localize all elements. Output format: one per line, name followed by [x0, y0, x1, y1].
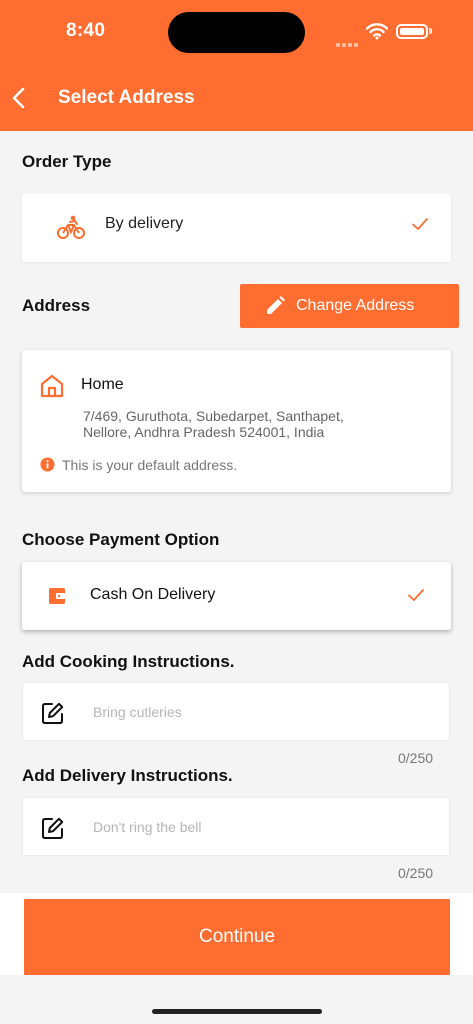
- status-time: 8:40: [66, 20, 106, 41]
- back-arrow-icon[interactable]: [8, 86, 30, 110]
- signal-icon: [336, 34, 360, 47]
- check-icon: [412, 218, 428, 230]
- cooking-instructions-input[interactable]: Bring cutleries: [22, 682, 450, 741]
- delivery-char-counter: 0/250: [398, 865, 434, 881]
- edit-icon: [42, 702, 64, 724]
- address-line-1: 7/469, Guruthota, Subedarpet, Santhapet,: [83, 408, 344, 424]
- address-line-2: Nellore, Andhra Pradesh 524001, India: [83, 424, 325, 440]
- order-type-label: Order Type: [22, 152, 112, 171]
- wallet-icon: [49, 588, 65, 604]
- payment-label: Choose Payment Option: [22, 530, 220, 549]
- cooking-char-counter: 0/250: [398, 750, 434, 766]
- bike-icon: [57, 215, 85, 239]
- delivery-instructions-label: Add Delivery Instructions.: [22, 766, 233, 785]
- check-icon: [408, 589, 424, 601]
- payment-option[interactable]: Cash On Delivery: [22, 562, 451, 630]
- wifi-icon: [366, 23, 388, 40]
- battery-tip: [429, 28, 432, 34]
- order-type-value: By delivery: [105, 215, 184, 232]
- payment-value: Cash On Delivery: [90, 586, 216, 603]
- home-indicator-area: [0, 975, 473, 1024]
- battery-icon: [396, 24, 428, 39]
- continue-label: Continue: [198, 926, 276, 947]
- continue-button[interactable]: Continue: [24, 899, 450, 975]
- change-address-button[interactable]: Change Address: [240, 284, 459, 328]
- order-type-option[interactable]: By delivery: [22, 194, 451, 262]
- delivery-instructions-input[interactable]: Don't ring the bell: [22, 797, 450, 856]
- pencil-icon: [267, 296, 285, 314]
- address-label: Address: [22, 296, 91, 315]
- edit-icon: [42, 817, 64, 839]
- default-address-note: This is your default address.: [62, 457, 238, 473]
- cooking-instructions-placeholder: Bring cutleries: [93, 704, 182, 720]
- dynamic-island: [168, 12, 305, 53]
- address-name: Home: [81, 376, 124, 393]
- address-card[interactable]: Home 7/469, Guruthota, Subedarpet, Santh…: [22, 350, 451, 492]
- home-indicator[interactable]: [152, 1009, 322, 1014]
- address-text: 7/469, Guruthota, Subedarpet, Santhapet,…: [83, 408, 423, 440]
- cooking-instructions-label: Add Cooking Instructions.: [22, 652, 235, 671]
- home-icon: [40, 374, 64, 398]
- page-title: Select Address: [58, 87, 195, 108]
- change-address-label: Change Address: [296, 297, 415, 314]
- delivery-instructions-placeholder: Don't ring the bell: [93, 819, 202, 835]
- info-icon: [40, 457, 55, 472]
